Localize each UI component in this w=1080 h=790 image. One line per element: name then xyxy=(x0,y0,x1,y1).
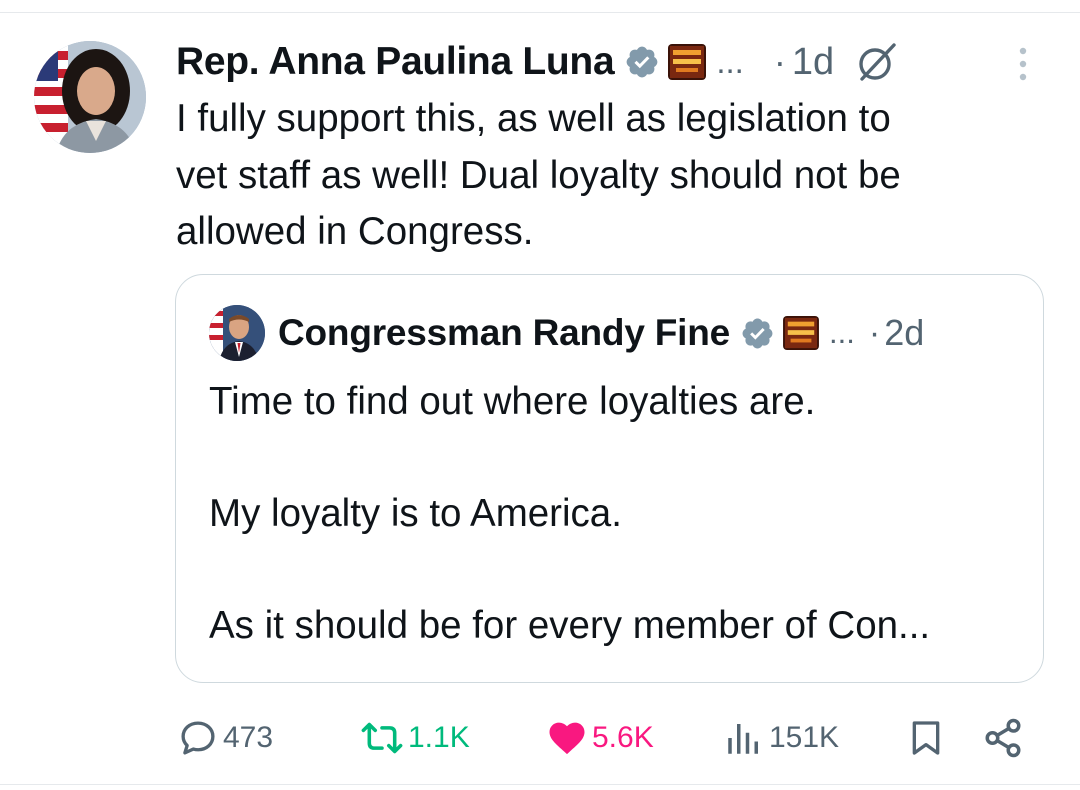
share-button[interactable] xyxy=(982,708,1024,768)
more-icon[interactable] xyxy=(1013,46,1033,82)
post-header: Rep. Anna Paulina Luna ... · 1d xyxy=(176,34,1056,90)
quoted-post-text: Time to find out where loyalties are. My… xyxy=(209,380,931,647)
quoted-post-card[interactable]: Congressman Randy Fine ... · 2d Time to … xyxy=(175,274,1044,683)
reply-icon xyxy=(181,721,215,755)
verified-badge-icon[interactable] xyxy=(740,316,775,351)
like-icon xyxy=(549,722,585,755)
top-divider xyxy=(0,12,1080,13)
bookmark-button[interactable] xyxy=(906,708,946,768)
truncation-ellipsis: ... xyxy=(829,315,855,350)
views-icon xyxy=(728,724,758,754)
quoted-author-name[interactable]: Congressman Randy Fine xyxy=(278,312,730,354)
views-count: 151K xyxy=(769,721,840,754)
repost-count: 1.1K xyxy=(408,721,470,754)
time-separator: · xyxy=(868,313,881,352)
bottom-divider xyxy=(0,784,1080,785)
like-button[interactable]: 5.6K xyxy=(546,708,654,768)
reply-count: 473 xyxy=(223,721,274,754)
grok-icon[interactable] xyxy=(856,41,898,83)
views-button[interactable]: 151K xyxy=(723,708,839,768)
reply-button[interactable]: 473 xyxy=(177,708,273,768)
affiliation-badge-icon[interactable] xyxy=(783,316,819,350)
quoted-post-time[interactable]: 2d xyxy=(884,312,924,354)
post-text: I fully support this, as well as legisla… xyxy=(176,97,901,253)
verified-badge-icon[interactable] xyxy=(624,44,660,80)
author-name[interactable]: Rep. Anna Paulina Luna xyxy=(176,40,615,84)
repost-button[interactable]: 1.1K xyxy=(360,708,470,768)
quoted-post-header: Congressman Randy Fine ... · 2d xyxy=(278,307,1018,359)
bookmark-icon xyxy=(912,721,940,755)
repost-icon xyxy=(361,722,403,754)
time-separator: · xyxy=(773,41,786,82)
author-avatar[interactable] xyxy=(34,41,146,153)
action-bar: 473 1.1K 5.6K 151K xyxy=(0,708,1080,768)
post-time[interactable]: 1d xyxy=(792,41,834,84)
truncation-ellipsis: ... xyxy=(716,43,744,80)
like-count: 5.6K xyxy=(592,721,654,754)
share-icon xyxy=(985,718,1021,758)
quoted-author-avatar[interactable] xyxy=(209,305,265,361)
affiliation-badge-icon[interactable] xyxy=(668,44,707,80)
